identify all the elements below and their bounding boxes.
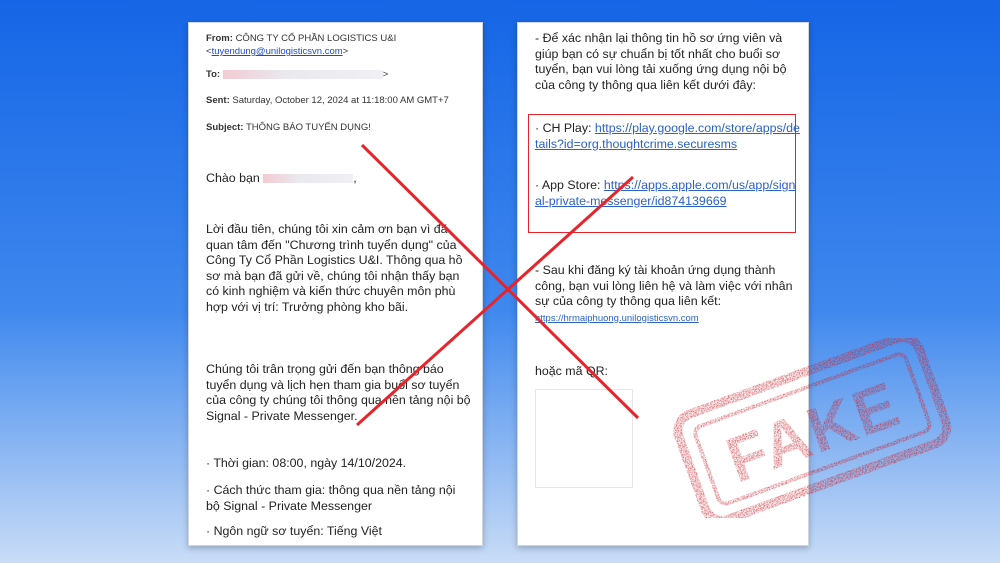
- bullet-method: · Cách thức tham gia: thông qua nền tảng…: [206, 483, 456, 513]
- intro-paragraph: Lời đầu tiên, chúng tôi xin cảm ơn bạn v…: [206, 222, 463, 314]
- greeting-text: Chào bạn: [206, 171, 260, 185]
- bullet-time: · Thời gian: 08:00, ngày 14/10/2024.: [206, 456, 407, 470]
- greeting-line: Chào bạn ,: [206, 171, 357, 185]
- fake-stamp: FAKE: [673, 338, 952, 518]
- sent-label: Sent:: [206, 95, 230, 106]
- to-label: To:: [206, 69, 221, 80]
- subject-label: Subject:: [206, 122, 244, 133]
- contact-link[interactable]: https://hrmaiphuong.unilogisticsvn.com: [535, 313, 699, 324]
- from-email-link[interactable]: tuyendung@unilogisticsvn.com: [212, 46, 343, 57]
- invitation-paragraph: Chúng tôi trân trọng gửi đến bạn thông b…: [206, 362, 471, 423]
- from-email-line: <tuyendung@unilogisticsvn.com>: [206, 46, 349, 57]
- redacted-name: [263, 174, 354, 184]
- subject-line: Subject: THÔNG BÁO TUYỂN DỤNG!: [206, 122, 371, 133]
- email-left-panel: From: CÔNG TY CỔ PHẦN LOGISTICS U&I <tuy…: [188, 22, 483, 546]
- bullet-language: · Ngôn ngữ sơ tuyển: Tiếng Việt: [206, 524, 382, 538]
- contact-paragraph: - Sau khi đăng ký tài khoản ứng dụng thà…: [535, 263, 800, 326]
- from-label: From:: [206, 33, 233, 44]
- chplay-line: · CH Play: https://play.google.com/store…: [535, 121, 800, 152]
- sent-line: Sent: Saturday, October 12, 2024 at 11:1…: [206, 95, 449, 106]
- contact-text: - Sau khi đăng ký tài khoản ứng dụng thà…: [535, 263, 793, 308]
- subject-value: THÔNG BÁO TUYỂN DỤNG!: [245, 122, 371, 133]
- appstore-label: · App Store:: [535, 178, 601, 192]
- chplay-label: · CH Play:: [535, 121, 592, 135]
- stamp-group: FAKE: [673, 338, 952, 518]
- redacted-recipient: [222, 69, 383, 79]
- download-instructions: - Để xác nhận lại thông tin hồ sơ ứng vi…: [535, 31, 787, 92]
- to-line: To: >: [206, 69, 389, 80]
- from-line: From: CÔNG TY CỔ PHẦN LOGISTICS U&I: [206, 33, 396, 44]
- appstore-line: · App Store: https://apps.apple.com/us/a…: [535, 178, 800, 209]
- from-value: CÔNG TY CỔ PHẦN LOGISTICS U&I: [235, 33, 397, 44]
- qr-code-placeholder: [535, 389, 633, 488]
- sent-value: Saturday, October 12, 2024 at 11:18:00 A…: [232, 95, 449, 106]
